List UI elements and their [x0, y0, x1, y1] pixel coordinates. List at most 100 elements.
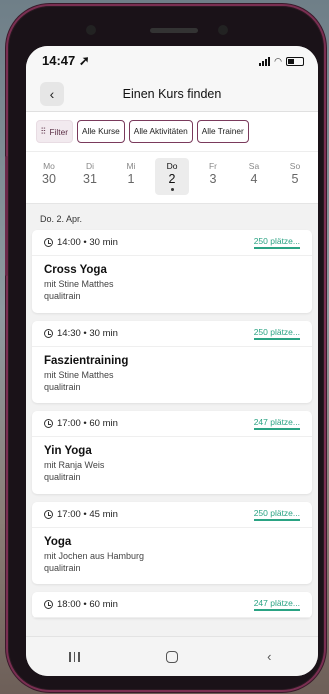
front-camera: [86, 25, 96, 35]
class-card-header: 14:00 • 30 min 250 plätze...: [32, 230, 312, 256]
class-card[interactable]: 18:00 • 60 min 247 plätze...: [32, 592, 312, 618]
class-card-body: Yin Yoga mit Ranja Weis qualitrain: [32, 437, 312, 494]
class-name: Faszientraining: [44, 354, 129, 367]
status-icons: ◠: [259, 56, 304, 67]
recents-icon: [69, 651, 80, 662]
class-card[interactable]: 14:00 • 30 min 250 plätze... Cross Yoga …: [32, 230, 312, 313]
day-name: Do: [166, 161, 178, 171]
page-title: Einen Kurs finden: [122, 86, 222, 101]
available-spots: 247 plätze...: [253, 598, 300, 611]
recent-apps-button[interactable]: [60, 645, 90, 669]
filter-bar: ⫶⫶ Filter Alle Kurse Alle Aktivitäten Al…: [26, 112, 318, 151]
class-name: Yin Yoga: [44, 445, 92, 457]
class-card-body: Cross Yoga mit Stine Matthes qualitrain: [32, 256, 312, 313]
class-trainer: mit Stine Matthes: [44, 369, 114, 380]
earpiece-speaker: [150, 28, 198, 33]
available-spots: 247 plätze...: [253, 417, 300, 430]
class-time: 17:00 • 45 min: [44, 509, 118, 520]
day-name: Mo: [43, 161, 55, 171]
class-time-text: 18:00 • 60 min: [57, 599, 118, 610]
home-button[interactable]: [157, 645, 187, 669]
class-time-text: 17:00 • 45 min: [57, 508, 118, 520]
day-name: Sa: [248, 161, 260, 171]
alarm-clock-icon: [44, 328, 53, 338]
day-name: Mi: [126, 161, 136, 171]
navigation-bar: ‹ Einen Kurs finden: [26, 76, 318, 112]
class-card-header: 14:30 • 30 min 250 plätze...: [32, 321, 312, 347]
class-time: 14:00 • 30 min: [44, 237, 118, 248]
day-number: 5: [291, 172, 299, 186]
day-number: 3: [209, 172, 217, 186]
class-card[interactable]: 14:30 • 30 min 250 plätze... Faszientrai…: [32, 320, 312, 404]
section-date-header: Do. 2. Apr.: [40, 214, 83, 224]
app-screen: 14:47 ➚ ◠ ‹ Einen Kurs finden ⫶⫶ Filter …: [26, 46, 318, 676]
selected-dot: [170, 188, 174, 191]
day-name: Di: [85, 161, 95, 171]
class-provider: qualitrain: [44, 472, 81, 483]
available-spots: 250 plätze...: [253, 236, 300, 249]
class-card-body: Faszientraining mit Stine Matthes qualit…: [32, 347, 312, 404]
day-name: So: [289, 161, 301, 171]
android-navigation-bar: ‹: [26, 636, 318, 676]
class-time-text: 14:00 • 30 min: [57, 237, 118, 248]
day-mo[interactable]: Mo 30: [32, 158, 66, 195]
phone-frame: 14:47 ➚ ◠ ‹ Einen Kurs finden ⫶⫶ Filter …: [5, 4, 326, 692]
chip-all-activities[interactable]: Alle Aktivitäten: [128, 120, 193, 143]
class-time: 18:00 • 60 min: [44, 599, 118, 610]
class-trainer: mit Jochen aus Hamburg: [44, 550, 145, 561]
status-time: 14:47 ➚: [42, 53, 90, 68]
status-bar: 14:47 ➚ ◠: [26, 46, 318, 76]
class-trainer: mit Ranja Weis: [44, 460, 105, 470]
class-time: 17:00 • 60 min: [44, 418, 118, 429]
class-card[interactable]: 17:00 • 45 min 250 plätze... Yoga mit Jo…: [32, 501, 312, 585]
class-card-header: 18:00 • 60 min 247 plätze...: [32, 592, 312, 618]
alarm-clock-icon: [44, 238, 53, 247]
filter-button[interactable]: ⫶⫶ Filter: [36, 120, 73, 143]
sensor: [218, 25, 228, 35]
alarm-clock-icon: [44, 509, 53, 519]
date-picker: Mo 30 Di 31 Mi 1 Do 2 Fr 3 Sa 4 So 5: [26, 151, 318, 204]
battery-icon: [286, 56, 304, 66]
day-di[interactable]: Di 31: [73, 158, 107, 195]
class-card[interactable]: 17:00 • 60 min 247 plätze... Yin Yoga mi…: [32, 411, 312, 494]
sliders-icon: ⫶⫶: [41, 126, 46, 136]
class-time-text: 14:30 • 30 min: [57, 327, 118, 339]
day-number: 1: [127, 172, 135, 186]
chip-all-trainers[interactable]: Alle Trainer: [196, 120, 249, 143]
day-mi[interactable]: Mi 1: [114, 158, 148, 195]
class-trainer: mit Stine Matthes: [44, 279, 114, 289]
class-card-body: Yoga mit Jochen aus Hamburg qualitrain: [32, 528, 312, 585]
wifi-icon: ◠: [274, 55, 282, 66]
home-icon: [165, 650, 178, 663]
day-number: 2: [168, 172, 176, 186]
signal-icon: [259, 56, 271, 66]
available-spots: 250 plätze...: [253, 327, 300, 340]
class-name: Cross Yoga: [44, 264, 107, 276]
chevron-left-icon: ‹: [49, 86, 55, 102]
class-card-header: 17:00 • 60 min 247 plätze...: [32, 411, 312, 437]
day-name: Fr: [208, 161, 218, 171]
day-sa[interactable]: Sa 4: [237, 158, 271, 195]
day-fr[interactable]: Fr 3: [196, 158, 230, 195]
back-button[interactable]: ‹: [40, 82, 64, 106]
class-list: 14:00 • 30 min 250 plätze... Cross Yoga …: [26, 230, 318, 618]
system-back-button[interactable]: ‹: [254, 645, 284, 669]
back-arrow-icon: ‹: [267, 649, 272, 664]
chip-all-courses[interactable]: Alle Kurse: [76, 120, 125, 143]
class-time: 14:30 • 30 min: [44, 328, 118, 339]
filter-label: Filter: [49, 126, 68, 137]
day-number: 4: [250, 172, 258, 186]
class-card-header: 17:00 • 45 min 250 plätze...: [32, 502, 312, 528]
side-button: [5, 156, 8, 276]
class-provider: qualitrain: [44, 381, 81, 392]
class-provider: qualitrain: [44, 562, 81, 573]
available-spots: 250 plätze...: [253, 508, 300, 521]
class-provider: qualitrain: [44, 291, 81, 302]
day-number: 31: [83, 172, 97, 186]
day-so[interactable]: So 5: [278, 158, 312, 195]
day-do-selected[interactable]: Do 2: [155, 158, 189, 195]
alarm-clock-icon: [44, 600, 53, 609]
class-time-text: 17:00 • 60 min: [57, 418, 118, 429]
class-name: Yoga: [44, 535, 72, 548]
alarm-clock-icon: [44, 419, 53, 428]
